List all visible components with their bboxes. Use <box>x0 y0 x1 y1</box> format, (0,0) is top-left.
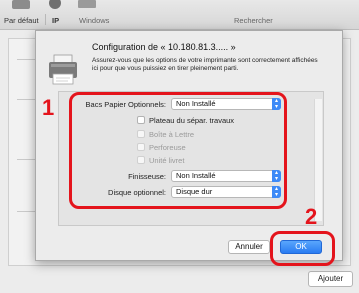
ip-globe-icon[interactable] <box>48 0 62 12</box>
toolbar-ip-label[interactable]: IP <box>52 16 59 25</box>
windows-icon[interactable] <box>76 0 98 12</box>
options-scrollbar[interactable] <box>314 99 322 221</box>
annotation-number-step1: 1 <box>42 95 55 120</box>
default-printers-icon[interactable] <box>8 0 34 12</box>
toolbar-separator <box>45 14 46 25</box>
printer-icon <box>49 54 77 85</box>
annotation-number-step2: 2 <box>305 204 318 229</box>
annotation-box-step1 <box>69 92 287 209</box>
dialog-description: Assurez-vous que les options de votre im… <box>92 57 318 72</box>
toolbar-windows-label[interactable]: Windows <box>79 16 109 25</box>
toolbar-default-label[interactable]: Par défaut <box>4 16 39 25</box>
annotation-box-step2 <box>270 231 335 266</box>
dialog-title: Configuration de « 10.180.81.3..... » <box>92 42 236 52</box>
toolbar-search-label[interactable]: Rechercher <box>234 16 273 25</box>
add-button[interactable]: Ajouter <box>308 271 353 287</box>
cancel-button[interactable]: Annuler <box>228 240 270 254</box>
add-printer-toolbar: Par défaut IP Windows Rechercher <box>0 0 359 30</box>
